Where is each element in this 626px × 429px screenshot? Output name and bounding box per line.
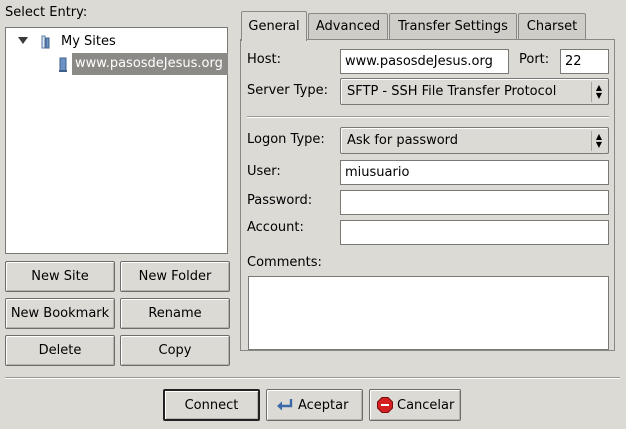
- connect-label: Connect: [184, 397, 239, 413]
- tab-transfer-settings-label: Transfer Settings: [398, 19, 508, 34]
- accept-button[interactable]: Aceptar: [266, 389, 363, 421]
- select-entry-label: Select Entry:: [5, 5, 88, 20]
- accept-label: Aceptar: [298, 397, 349, 413]
- site-icon: [58, 57, 68, 73]
- user-input-value: miusuario: [345, 165, 410, 180]
- new-site-button[interactable]: New Site: [5, 261, 115, 292]
- tab-charset[interactable]: Charset: [518, 13, 586, 39]
- cancel-button[interactable]: Cancelar: [369, 389, 461, 421]
- user-label: User:: [247, 164, 281, 179]
- password-input[interactable]: [340, 190, 609, 215]
- tab-general-label: General: [248, 19, 300, 34]
- general-tab-panel: Host: www.pasosdeJesus.org Port: 22 Serv…: [240, 39, 615, 351]
- tab-advanced[interactable]: Advanced: [308, 13, 388, 39]
- port-input[interactable]: 22: [560, 49, 609, 74]
- server-type-value: SFTP - SSH File Transfer Protocol: [347, 84, 557, 99]
- tree-item-site-label: www.pasosdeJesus.org: [75, 56, 223, 71]
- new-bookmark-label: New Bookmark: [10, 306, 110, 321]
- user-input[interactable]: miusuario: [340, 160, 609, 185]
- tab-transfer-settings[interactable]: Transfer Settings: [389, 13, 517, 39]
- spin-arrows-icon: ▲ ▼: [591, 82, 606, 102]
- server-type-select[interactable]: SFTP - SSH File Transfer Protocol ▲ ▼: [340, 78, 609, 105]
- account-label: Account:: [247, 220, 304, 235]
- copy-button[interactable]: Copy: [120, 335, 230, 366]
- new-folder-label: New Folder: [138, 269, 212, 284]
- new-bookmark-button[interactable]: New Bookmark: [5, 298, 115, 329]
- comments-textarea[interactable]: [248, 276, 609, 350]
- host-input-value: www.pasosdeJesus.org: [345, 54, 493, 69]
- connect-button[interactable]: Connect: [163, 389, 260, 421]
- rename-button[interactable]: Rename: [120, 298, 230, 329]
- host-label: Host:: [247, 52, 281, 67]
- spin-arrows-icon: ▲ ▼: [591, 131, 606, 151]
- rename-label: Rename: [148, 306, 202, 321]
- cancel-label: Cancelar: [397, 397, 455, 413]
- logon-type-select[interactable]: Ask for password ▲ ▼: [340, 127, 609, 154]
- port-input-value: 22: [565, 54, 582, 69]
- delete-label: Delete: [38, 343, 82, 358]
- enter-arrow-icon: [275, 397, 295, 413]
- password-label: Password:: [247, 193, 313, 208]
- new-folder-button[interactable]: New Folder: [120, 261, 230, 292]
- footer-separator: [5, 377, 620, 379]
- tree-root-my-sites[interactable]: My Sites: [61, 34, 116, 49]
- port-label: Port:: [519, 52, 550, 67]
- server-type-label: Server Type:: [247, 83, 329, 98]
- expander-arrow-icon[interactable]: [18, 37, 28, 44]
- tree-item-selected[interactable]: www.pasosdeJesus.org: [72, 53, 228, 75]
- new-site-label: New Site: [31, 269, 89, 284]
- tab-advanced-label: Advanced: [315, 19, 381, 34]
- account-input[interactable]: [340, 220, 609, 245]
- site-tree[interactable]: My Sites www.pasosdeJesus.org: [5, 27, 228, 254]
- folder-icon: [41, 35, 55, 49]
- tab-charset-label: Charset: [526, 19, 578, 34]
- separator: [247, 116, 609, 118]
- logon-type-value: Ask for password: [347, 133, 459, 148]
- stop-icon: [377, 397, 393, 413]
- delete-button[interactable]: Delete: [5, 335, 115, 366]
- logon-type-label: Logon Type:: [247, 132, 325, 147]
- copy-label: Copy: [158, 343, 192, 358]
- host-input[interactable]: www.pasosdeJesus.org: [340, 49, 509, 74]
- tab-general[interactable]: General: [241, 11, 307, 41]
- comments-label: Comments:: [247, 255, 322, 270]
